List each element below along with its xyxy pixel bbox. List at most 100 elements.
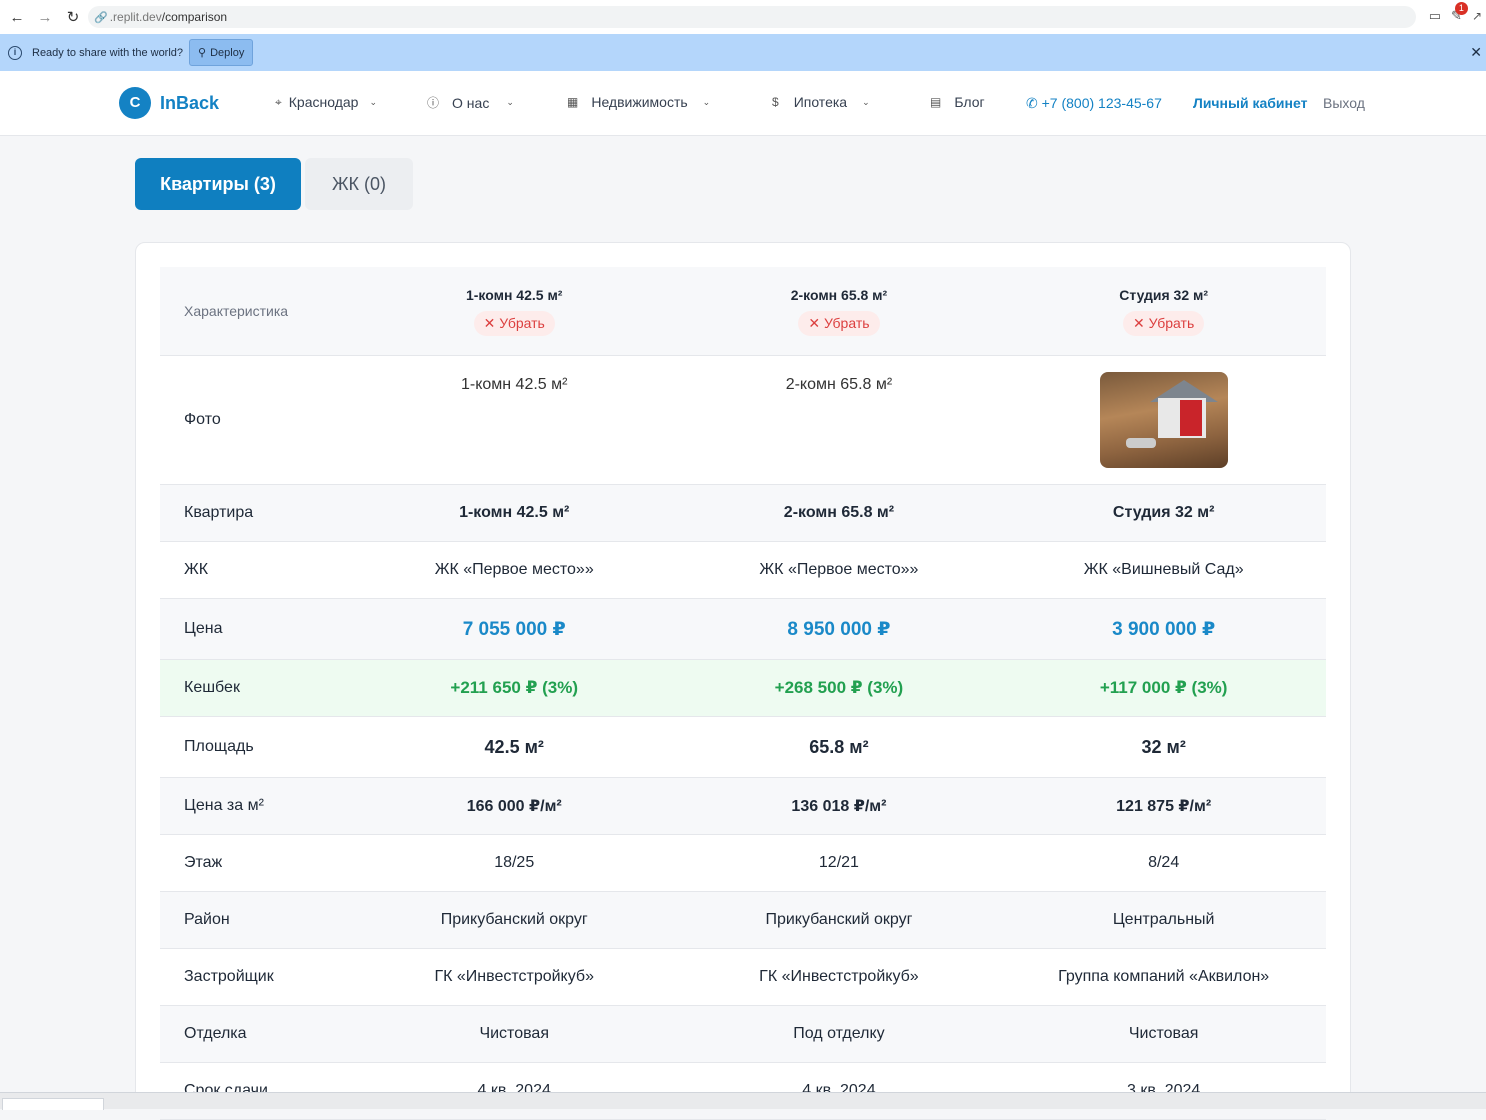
cell: Прикубанский округ <box>765 911 913 928</box>
tab-apartments[interactable]: Квартиры (3) <box>135 158 301 210</box>
nav-realty-label: Недвижимость <box>591 94 688 110</box>
remove-button[interactable]: ✕ Убрать <box>473 310 555 336</box>
cell: 1-комн 42.5 м² <box>459 504 570 521</box>
remove-button[interactable]: ✕ Убрать <box>1123 310 1205 336</box>
column-title: 2-комн 65.8 м² <box>790 286 888 303</box>
table-row: Квартира 1-комн 42.5 м² 2-комн 65.8 м² С… <box>160 485 1326 542</box>
row-label: ЖК <box>184 561 209 578</box>
price-cell: 8 950 000 ₽ <box>787 618 891 640</box>
cell: Чистовая <box>1128 1025 1199 1042</box>
bottom-tab[interactable] <box>2 1098 104 1110</box>
logo-text: InBack <box>160 92 220 113</box>
table-row-cashback: Кешбек +211 650 ₽ (3%) +268 500 ₽ (3%) +… <box>160 660 1326 717</box>
url-host: .replit.dev <box>109 10 162 24</box>
logo-mark: C <box>119 87 151 119</box>
key-shape <box>1125 438 1156 448</box>
cell: 166 000 ₽/м² <box>466 798 562 815</box>
cell: Центральный <box>1112 911 1215 928</box>
deploy-banner: i Ready to share with the world? ⚲ Deplo… <box>0 34 1486 71</box>
table-row: Цена за м² 166 000 ₽/м² 136 018 ₽/м² 121… <box>160 778 1326 835</box>
cell: Чистовая <box>479 1025 549 1042</box>
price-cell: 7 055 000 ₽ <box>462 618 566 640</box>
deploy-label: Deploy <box>210 46 245 59</box>
cell: 32 м² <box>1141 736 1186 757</box>
table-row: Этаж 18/25 12/21 8/24 <box>160 835 1326 892</box>
deploy-icon: ⚲ <box>198 47 207 59</box>
devices-icon[interactable]: ▭ <box>1429 8 1441 24</box>
cell: ГК «Инвестстройкуб» <box>434 968 594 985</box>
cell: 121 875 ₽/м² <box>1116 798 1212 815</box>
table-row: Площадь 42.5 м² 65.8 м² 32 м² <box>160 717 1326 778</box>
table-row: Цена 7 055 000 ₽ 8 950 000 ₽ 3 900 000 ₽ <box>160 599 1326 660</box>
cashback-cell: +268 500 ₽ (3%) <box>774 678 904 697</box>
table-row: Застройщик ГК «Инвестстройкуб» ГК «Инвес… <box>160 949 1326 1006</box>
row-label: Отделка <box>184 1025 247 1042</box>
cell: Группа компаний «Аквилон» <box>1058 968 1270 985</box>
building-icon: ▦ <box>567 95 579 109</box>
table-header-row: Характеристика 1-комн 42.5 м² ✕ Убрать 2… <box>160 267 1326 356</box>
notification-badge: 1 <box>1454 2 1468 15</box>
bottom-panel-strip <box>0 1092 1486 1110</box>
address-bar[interactable]: 🔗 .replit.dev/comparison <box>88 6 1416 28</box>
location-pin-icon: ⌖ <box>275 94 282 109</box>
cabinet-link[interactable]: Личный кабинет <box>1193 95 1307 111</box>
row-label: Этаж <box>184 854 223 871</box>
nav-blog-label: Блог <box>954 94 985 110</box>
newspaper-icon: ▤ <box>930 95 942 109</box>
chevron-down-icon: ⌄ <box>369 96 377 107</box>
close-icon[interactable]: ✕ <box>1470 44 1482 61</box>
cell: 2-комн 65.8 м² <box>783 504 895 521</box>
row-label: Фото <box>184 411 221 428</box>
phone-icon: ✆ <box>1026 95 1038 111</box>
nav-about-label: О нас <box>452 94 490 111</box>
photo-cell <box>1001 356 1326 473</box>
cell: 65.8 м² <box>809 736 869 757</box>
nav-about[interactable]: ⓘ О нас ⌄ <box>427 94 514 111</box>
column-title: 1-комн 42.5 м² <box>465 286 563 303</box>
deploy-button[interactable]: ⚲ Deploy <box>189 39 254 66</box>
price-cell: 3 900 000 ₽ <box>1112 618 1216 640</box>
logo[interactable]: C InBack <box>119 87 219 119</box>
banner-text: Ready to share with the world? <box>32 46 184 59</box>
cell: ЖК «Первое место»» <box>434 561 594 578</box>
row-label: Квартира <box>184 504 254 521</box>
cell: ЖК «Вишневый Сад» <box>1083 561 1244 578</box>
cell: 18/25 <box>494 854 535 871</box>
nav-realty[interactable]: ▦ Недвижимость ⌄ <box>567 94 710 110</box>
site-header: C InBack ⌖ Краснодар ⌄ ⓘ О нас ⌄ ▦ Недви… <box>0 71 1486 136</box>
open-external-icon[interactable]: ↗ <box>1472 9 1482 23</box>
broken-image-alt: 1-комн 42.5 м² <box>460 376 568 393</box>
cell: ЖК «Первое место»» <box>759 561 919 578</box>
column-header: 2-комн 65.8 м² ✕ Убрать <box>677 287 1002 336</box>
tab-complexes[interactable]: ЖК (0) <box>305 158 413 210</box>
link-icon: 🔗 <box>94 11 108 24</box>
remove-button[interactable]: ✕ Убрать <box>798 310 880 336</box>
apartment-photo[interactable] <box>1099 372 1228 468</box>
row-label: Цена за м² <box>184 797 264 814</box>
house-red-wall <box>1179 400 1202 436</box>
cashback-cell: +211 650 ₽ (3%) <box>450 678 579 697</box>
nav-mortgage[interactable]: $ Ипотека ⌄ <box>772 94 870 110</box>
chevron-down-icon: ⌄ <box>506 97 514 107</box>
forward-arrow-icon[interactable]: → <box>34 6 56 28</box>
reload-icon[interactable]: ↻ <box>62 6 84 28</box>
info-circle-icon: ⓘ <box>427 96 440 110</box>
logout-link[interactable]: Выход <box>1323 95 1365 111</box>
cell: Прикубанский округ <box>440 911 588 928</box>
row-label: Застройщик <box>184 968 274 985</box>
photo-cell: 1-комн 42.5 м² <box>352 356 677 396</box>
back-arrow-icon[interactable]: ← <box>6 6 28 28</box>
cashback-cell: +117 000 ₽ (3%) <box>1099 678 1228 697</box>
nav-city[interactable]: ⌖ Краснодар ⌄ <box>275 94 377 110</box>
row-label: Район <box>184 911 230 928</box>
table-row: Район Прикубанский округ Прикубанский ок… <box>160 892 1326 949</box>
row-label: Цена <box>184 620 223 637</box>
url-path: /comparison <box>161 10 228 24</box>
chevron-down-icon: ⌄ <box>702 96 711 107</box>
phone-link[interactable]: ✆ +7 (800) 123-45-67 <box>1026 95 1162 112</box>
cell: ГК «Инвестстройкуб» <box>759 968 919 985</box>
extension-icon[interactable]: ✎ 1 <box>1451 2 1468 24</box>
nav-blog[interactable]: ▤ Блог <box>930 94 985 110</box>
chevron-down-icon: ⌄ <box>862 96 870 107</box>
row-label: Площадь <box>184 738 254 755</box>
